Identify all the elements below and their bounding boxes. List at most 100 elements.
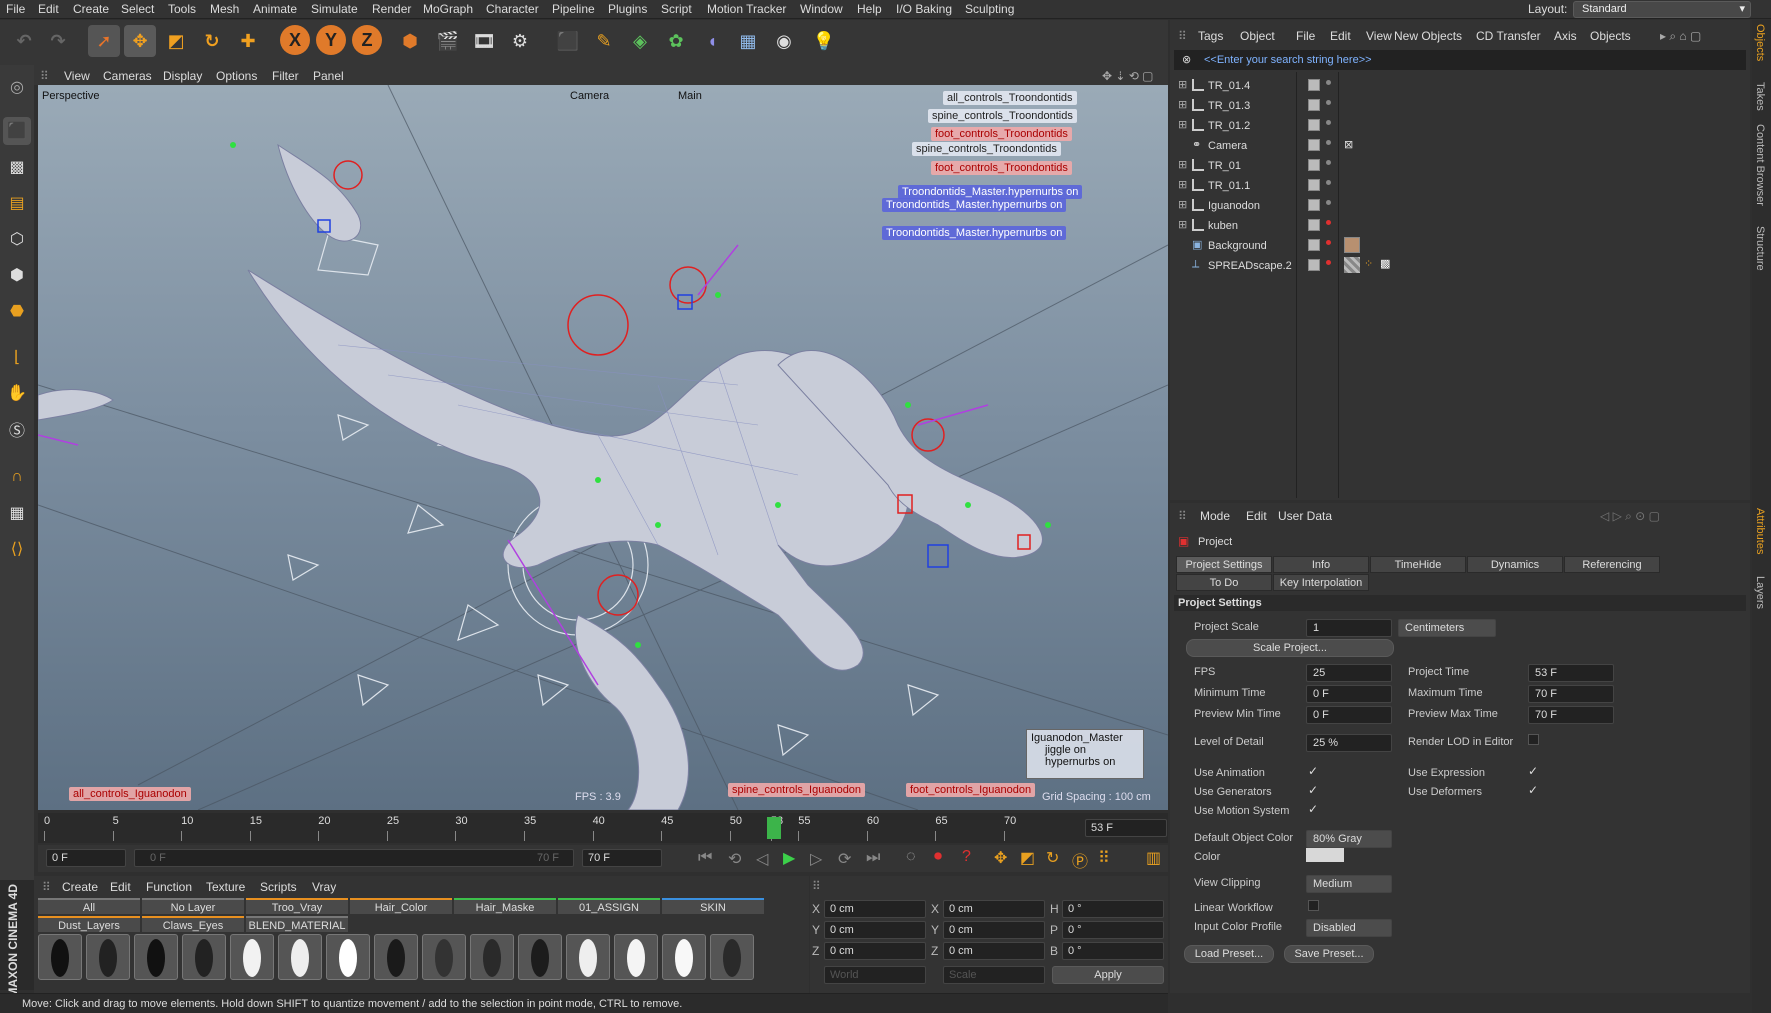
layer-tag-icon[interactable]	[1308, 259, 1320, 271]
visibility-dot[interactable]	[1326, 100, 1331, 105]
redo-icon[interactable]: ↷	[42, 25, 74, 57]
scale-tool-icon[interactable]: ◩	[160, 25, 192, 57]
use-motion-system-checkbox[interactable]: ✓	[1308, 802, 1318, 816]
close-search-icon[interactable]: ⊗	[1182, 53, 1191, 66]
menu-character[interactable]: Character	[486, 2, 539, 16]
obj-menu-cd-transfer[interactable]: CD Transfer	[1476, 29, 1541, 43]
menu-sculpting[interactable]: Sculpting	[965, 2, 1014, 16]
level-of-detail-field[interactable]: 25 %	[1306, 734, 1392, 752]
viewport-tag[interactable]: all_controls_Troondontids	[943, 91, 1077, 105]
material-swatch[interactable]	[422, 934, 466, 980]
scale-project-button[interactable]: Scale Project...	[1186, 639, 1394, 657]
camera-tag-icon[interactable]: ⊠	[1344, 138, 1353, 151]
subdivision-icon[interactable]: ◈	[624, 25, 656, 57]
texture-mode-icon[interactable]: ▩	[3, 153, 31, 181]
texture-tag-icon[interactable]	[1344, 257, 1360, 273]
mat-menu-edit[interactable]: Edit	[110, 880, 131, 894]
material-swatch[interactable]	[278, 934, 322, 980]
layer-tag-icon[interactable]	[1308, 199, 1320, 211]
solo-mode-icon[interactable]: Ⓢ	[3, 415, 31, 443]
play-icon[interactable]: ▶	[783, 848, 795, 868]
visibility-dot[interactable]	[1326, 160, 1331, 165]
render-lod-checkbox[interactable]	[1528, 734, 1539, 745]
go-to-end-icon[interactable]: ⏭	[866, 849, 880, 867]
record-keys-icon[interactable]: ◌	[906, 848, 916, 866]
obj-menu-tags[interactable]: Tags	[1198, 29, 1223, 43]
menu-motion-tracker[interactable]: Motion Tracker	[707, 2, 786, 16]
brackets-icon[interactable]: ⟨⟩	[3, 535, 31, 563]
material-swatch[interactable]	[566, 934, 610, 980]
visibility-dot[interactable]	[1326, 80, 1331, 85]
scale-select[interactable]: Scale	[943, 966, 1045, 984]
edges-mode-icon[interactable]: ⬢	[3, 261, 31, 289]
current-frame-field[interactable]: 53 F	[1085, 819, 1167, 837]
viewport-tag[interactable]: foot_controls_Troondontids	[931, 161, 1072, 175]
object-row[interactable]: ⚭ Camera ⊠	[1176, 136, 1740, 156]
viewport-tag[interactable]: Troondontids_Master.hypernurbs on	[898, 185, 1083, 199]
layer-tag-icon[interactable]	[1308, 79, 1320, 91]
viewport-tag[interactable]: spine_controls_Troondontids	[912, 142, 1061, 156]
visibility-dot[interactable]	[1326, 180, 1331, 185]
material-swatch[interactable]	[326, 934, 370, 980]
use-animation-checkbox[interactable]: ✓	[1308, 764, 1318, 778]
menu-file[interactable]: File	[6, 2, 25, 16]
maximum-time-field[interactable]: 70 F	[1528, 685, 1614, 703]
locked-workplane-icon[interactable]: ▦	[3, 499, 31, 527]
obj-manager-icons[interactable]: ▸ ⌕ ⌂ ▢	[1660, 29, 1701, 44]
layer-tab[interactable]: BLEND_MATERIAL	[246, 916, 348, 932]
rotation-b-field[interactable]: 0 °	[1062, 942, 1164, 960]
vp-menu-panel[interactable]: Panel	[313, 69, 344, 83]
mat-menu-function[interactable]: Function	[146, 880, 192, 894]
world-select[interactable]: World	[824, 966, 926, 984]
live-select-icon[interactable]: ➚	[88, 25, 120, 57]
mat-menu-create[interactable]: Create	[62, 880, 98, 894]
object-row[interactable]: ⊞ kuben	[1176, 216, 1740, 236]
project-time-field[interactable]: 53 F	[1528, 664, 1614, 682]
layer-tab[interactable]: Troo_Vray	[246, 898, 348, 914]
iguanodon-jiggle[interactable]: jiggle on	[1031, 744, 1139, 756]
viewport-tag[interactable]: spine_controls_Iguanodon	[728, 783, 866, 797]
attr-menu-mode[interactable]: Mode	[1200, 509, 1230, 523]
use-generators-checkbox[interactable]: ✓	[1308, 783, 1318, 797]
layer-tag-icon[interactable]	[1308, 219, 1320, 231]
obj-menu-new-objects[interactable]: New Objects	[1394, 29, 1462, 43]
key-scale-icon[interactable]: ◩	[1020, 848, 1035, 868]
layer-tag-icon[interactable]	[1308, 99, 1320, 111]
cube-icon[interactable]: ⬛	[552, 25, 584, 57]
viewport-tag[interactable]: foot_controls_Troondontids	[931, 127, 1072, 141]
menu-pipeline[interactable]: Pipeline	[552, 2, 595, 16]
material-tag-icon[interactable]	[1344, 237, 1360, 253]
layer-tab[interactable]: Hair_Maske	[454, 898, 556, 914]
checker-tag-icon[interactable]: ▩	[1380, 257, 1390, 270]
go-to-start-icon[interactable]: ⏮	[698, 849, 712, 867]
menu-script[interactable]: Script	[661, 2, 692, 16]
layer-tab[interactable]: Hair_Color	[350, 898, 452, 914]
menu-create[interactable]: Create	[73, 2, 109, 16]
model-mode-icon[interactable]: ⬛	[3, 117, 31, 145]
camera-icon[interactable]: ◉	[768, 25, 800, 57]
menu-simulate[interactable]: Simulate	[311, 2, 358, 16]
layer-tab[interactable]: Dust_Layers	[38, 916, 140, 932]
prev-key-icon[interactable]: ⟲	[728, 849, 741, 869]
next-frame-icon[interactable]: ▷	[810, 849, 822, 869]
attr-nav-icons[interactable]: ◁ ▷ ⌕ ⊙ ▢	[1600, 509, 1660, 524]
create-tool-icon[interactable]: ✚	[232, 25, 264, 57]
visibility-dot[interactable]	[1326, 120, 1331, 125]
key-position-icon[interactable]: ✥	[994, 848, 1007, 868]
layer-tab[interactable]: SKIN	[662, 898, 764, 914]
menu-plugins[interactable]: Plugins	[608, 2, 647, 16]
preview-min-field[interactable]: 0 F	[1306, 706, 1392, 724]
viewport-tag[interactable]: foot_controls_Iguanodon	[906, 783, 1036, 797]
cloner-icon[interactable]: ✿	[660, 25, 692, 57]
position-x-field[interactable]: 0 cm	[824, 900, 926, 918]
points-mode-icon[interactable]: ⬡	[3, 225, 31, 253]
autokey-icon[interactable]: ⏺	[934, 848, 942, 866]
use-deformers-checkbox[interactable]: ✓	[1528, 783, 1538, 797]
dock-tab-objects[interactable]: Objects	[1754, 24, 1766, 61]
viewport-tag[interactable]: all_controls_Iguanodon	[69, 787, 191, 801]
mat-menu-scripts[interactable]: Scripts	[260, 880, 297, 894]
object-row[interactable]: ⊞ TR_01.1	[1176, 176, 1740, 196]
menu-help[interactable]: Help	[857, 2, 882, 16]
rotation-h-field[interactable]: 0 °	[1062, 900, 1164, 918]
render-settings-icon[interactable]: ⚙	[504, 25, 536, 57]
